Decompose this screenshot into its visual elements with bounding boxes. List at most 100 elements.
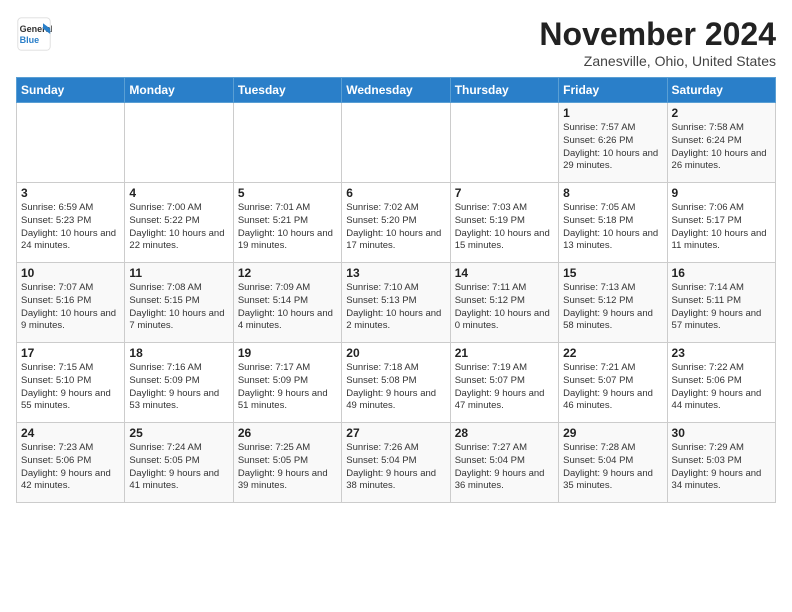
calendar-cell: 18 Sunrise: 7:16 AM Sunset: 5:09 PM Dayli… bbox=[125, 343, 233, 423]
day-number: 7 bbox=[455, 186, 554, 200]
day-number: 6 bbox=[346, 186, 445, 200]
day-number: 15 bbox=[563, 266, 662, 280]
day-number: 29 bbox=[563, 426, 662, 440]
day-info: Sunrise: 7:10 AM Sunset: 5:13 PM Dayligh… bbox=[346, 282, 445, 333]
weekday-header: Tuesday bbox=[233, 78, 341, 103]
calendar-cell: 7 Sunrise: 7:03 AM Sunset: 5:19 PM Daylig… bbox=[450, 183, 558, 263]
day-info: Sunrise: 7:29 AM Sunset: 5:03 PM Dayligh… bbox=[672, 442, 771, 493]
day-info: Sunrise: 7:27 AM Sunset: 5:04 PM Dayligh… bbox=[455, 442, 554, 493]
calendar-cell bbox=[233, 103, 341, 183]
calendar-cell: 10Sunrise: 7:07 AM Sunset: 5:16 PM Dayli… bbox=[17, 263, 125, 343]
day-number: 8 bbox=[563, 186, 662, 200]
day-info: Sunrise: 7:08 AM Sunset: 5:15 PM Dayligh… bbox=[129, 282, 228, 333]
day-number: 24 bbox=[21, 426, 120, 440]
day-info: Sunrise: 7:14 AM Sunset: 5:11 PM Dayligh… bbox=[672, 282, 771, 333]
day-number: 11 bbox=[129, 266, 228, 280]
calendar-cell: 24 Sunrise: 7:23 AM Sunset: 5:06 PM Dayli… bbox=[17, 423, 125, 503]
day-info: Sunrise: 7:13 AM Sunset: 5:12 PM Dayligh… bbox=[563, 282, 662, 333]
day-info: Sunrise: 7:15 AM Sunset: 5:10 PM Dayligh… bbox=[21, 362, 120, 413]
day-info: Sunrise: 7:09 AM Sunset: 5:14 PM Dayligh… bbox=[238, 282, 337, 333]
day-number: 2 bbox=[672, 106, 771, 120]
calendar-table: SundayMondayTuesdayWednesdayThursdayFrid… bbox=[16, 77, 776, 503]
day-info: Sunrise: 7:06 AM Sunset: 5:17 PM Dayligh… bbox=[672, 202, 771, 253]
calendar-week-row: 17 Sunrise: 7:15 AM Sunset: 5:10 PM Dayli… bbox=[17, 343, 776, 423]
calendar-cell: 14 Sunrise: 7:11 AM Sunset: 5:12 PM Dayli… bbox=[450, 263, 558, 343]
calendar-cell: 26 Sunrise: 7:25 AM Sunset: 5:05 PM Dayli… bbox=[233, 423, 341, 503]
day-info: Sunrise: 7:02 AM Sunset: 5:20 PM Dayligh… bbox=[346, 202, 445, 253]
calendar-cell: 9 Sunrise: 7:06 AM Sunset: 5:17 PM Daylig… bbox=[667, 183, 775, 263]
location: Zanesville, Ohio, United States bbox=[539, 53, 776, 69]
day-info: Sunrise: 7:05 AM Sunset: 5:18 PM Dayligh… bbox=[563, 202, 662, 253]
weekday-header: Thursday bbox=[450, 78, 558, 103]
day-number: 5 bbox=[238, 186, 337, 200]
day-number: 4 bbox=[129, 186, 228, 200]
calendar-cell: 5 Sunrise: 7:01 AM Sunset: 5:21 PM Daylig… bbox=[233, 183, 341, 263]
day-info: Sunrise: 7:16 AM Sunset: 5:09 PM Dayligh… bbox=[129, 362, 228, 413]
weekday-header: Saturday bbox=[667, 78, 775, 103]
day-number: 23 bbox=[672, 346, 771, 360]
calendar-cell: 11 Sunrise: 7:08 AM Sunset: 5:15 PM Dayli… bbox=[125, 263, 233, 343]
day-number: 17 bbox=[21, 346, 120, 360]
calendar-cell bbox=[125, 103, 233, 183]
day-info: Sunrise: 7:57 AM Sunset: 6:26 PM Dayligh… bbox=[563, 122, 662, 173]
day-number: 16 bbox=[672, 266, 771, 280]
calendar-cell: 22Sunrise: 7:21 AM Sunset: 5:07 PM Dayli… bbox=[559, 343, 667, 423]
day-number: 26 bbox=[238, 426, 337, 440]
day-info: Sunrise: 7:23 AM Sunset: 5:06 PM Dayligh… bbox=[21, 442, 120, 493]
calendar-cell: 27Sunrise: 7:26 AM Sunset: 5:04 PM Dayli… bbox=[342, 423, 450, 503]
calendar-cell: 4 Sunrise: 7:00 AM Sunset: 5:22 PM Daylig… bbox=[125, 183, 233, 263]
day-info: Sunrise: 7:01 AM Sunset: 5:21 PM Dayligh… bbox=[238, 202, 337, 253]
calendar-cell: 2 Sunrise: 7:58 AM Sunset: 6:24 PM Daylig… bbox=[667, 103, 775, 183]
day-info: Sunrise: 7:03 AM Sunset: 5:19 PM Dayligh… bbox=[455, 202, 554, 253]
weekday-header: Friday bbox=[559, 78, 667, 103]
day-info: Sunrise: 7:11 AM Sunset: 5:12 PM Dayligh… bbox=[455, 282, 554, 333]
day-number: 9 bbox=[672, 186, 771, 200]
day-number: 12 bbox=[238, 266, 337, 280]
weekday-header: Wednesday bbox=[342, 78, 450, 103]
logo: General Blue bbox=[16, 16, 52, 52]
calendar-cell: 21 Sunrise: 7:19 AM Sunset: 5:07 PM Dayli… bbox=[450, 343, 558, 423]
calendar-week-row: 10Sunrise: 7:07 AM Sunset: 5:16 PM Dayli… bbox=[17, 263, 776, 343]
calendar-cell bbox=[342, 103, 450, 183]
calendar-week-row: 1 Sunrise: 7:57 AM Sunset: 6:26 PM Daylig… bbox=[17, 103, 776, 183]
weekday-header: Monday bbox=[125, 78, 233, 103]
day-info: Sunrise: 7:19 AM Sunset: 5:07 PM Dayligh… bbox=[455, 362, 554, 413]
calendar-cell: 19Sunrise: 7:17 AM Sunset: 5:09 PM Dayli… bbox=[233, 343, 341, 423]
weekday-header: Sunday bbox=[17, 78, 125, 103]
month-title: November 2024 bbox=[539, 16, 776, 53]
day-info: Sunrise: 7:58 AM Sunset: 6:24 PM Dayligh… bbox=[672, 122, 771, 173]
calendar-cell: 30 Sunrise: 7:29 AM Sunset: 5:03 PM Dayli… bbox=[667, 423, 775, 503]
calendar-cell: 16 Sunrise: 7:14 AM Sunset: 5:11 PM Dayli… bbox=[667, 263, 775, 343]
calendar-cell: 20Sunrise: 7:18 AM Sunset: 5:08 PM Dayli… bbox=[342, 343, 450, 423]
day-number: 25 bbox=[129, 426, 228, 440]
day-number: 3 bbox=[21, 186, 120, 200]
calendar-cell: 6 Sunrise: 7:02 AM Sunset: 5:20 PM Daylig… bbox=[342, 183, 450, 263]
day-number: 21 bbox=[455, 346, 554, 360]
page-header: General Blue November 2024 Zanesville, O… bbox=[16, 16, 776, 69]
title-block: November 2024 Zanesville, Ohio, United S… bbox=[539, 16, 776, 69]
calendar-cell: 15 Sunrise: 7:13 AM Sunset: 5:12 PM Dayli… bbox=[559, 263, 667, 343]
calendar-cell bbox=[17, 103, 125, 183]
calendar-cell: 29 Sunrise: 7:28 AM Sunset: 5:04 PM Dayli… bbox=[559, 423, 667, 503]
calendar-cell: 17 Sunrise: 7:15 AM Sunset: 5:10 PM Dayli… bbox=[17, 343, 125, 423]
day-info: Sunrise: 7:07 AM Sunset: 5:16 PM Dayligh… bbox=[21, 282, 120, 333]
day-info: Sunrise: 7:28 AM Sunset: 5:04 PM Dayligh… bbox=[563, 442, 662, 493]
calendar-cell: 25 Sunrise: 7:24 AM Sunset: 5:05 PM Dayli… bbox=[125, 423, 233, 503]
calendar-cell: 23 Sunrise: 7:22 AM Sunset: 5:06 PM Dayli… bbox=[667, 343, 775, 423]
day-number: 30 bbox=[672, 426, 771, 440]
day-info: Sunrise: 6:59 AM Sunset: 5:23 PM Dayligh… bbox=[21, 202, 120, 253]
day-number: 28 bbox=[455, 426, 554, 440]
day-info: Sunrise: 7:24 AM Sunset: 5:05 PM Dayligh… bbox=[129, 442, 228, 493]
day-info: Sunrise: 7:25 AM Sunset: 5:05 PM Dayligh… bbox=[238, 442, 337, 493]
calendar-week-row: 3 Sunrise: 6:59 AM Sunset: 5:23 PM Daylig… bbox=[17, 183, 776, 263]
day-info: Sunrise: 7:22 AM Sunset: 5:06 PM Dayligh… bbox=[672, 362, 771, 413]
calendar-week-row: 24 Sunrise: 7:23 AM Sunset: 5:06 PM Dayli… bbox=[17, 423, 776, 503]
logo-icon: General Blue bbox=[16, 16, 52, 52]
day-info: Sunrise: 7:00 AM Sunset: 5:22 PM Dayligh… bbox=[129, 202, 228, 253]
day-number: 13 bbox=[346, 266, 445, 280]
day-number: 18 bbox=[129, 346, 228, 360]
day-number: 20 bbox=[346, 346, 445, 360]
calendar-cell: 13 Sunrise: 7:10 AM Sunset: 5:13 PM Dayli… bbox=[342, 263, 450, 343]
day-number: 1 bbox=[563, 106, 662, 120]
day-number: 14 bbox=[455, 266, 554, 280]
